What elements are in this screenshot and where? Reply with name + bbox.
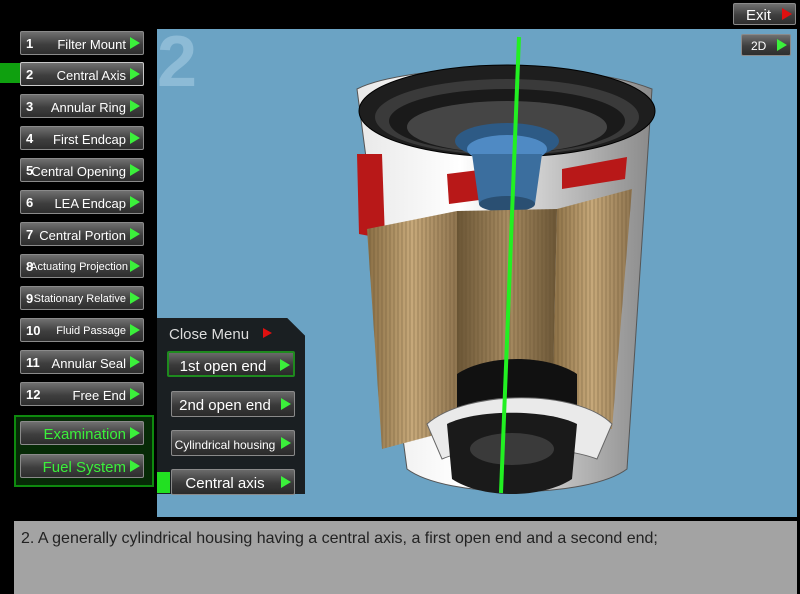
play-right-icon (130, 100, 140, 112)
item-number: 12 (26, 387, 41, 402)
description-text: 2. A generally cylindrical housing havin… (21, 530, 658, 547)
sidebar-item-filter-mount[interactable]: 1 Filter Mount (20, 31, 144, 55)
close-menu-label: Close Menu (169, 326, 250, 343)
submenu-item-label: 2nd open end (179, 397, 271, 414)
sidebar-item-lea-endcap[interactable]: 6 LEA Endcap (20, 190, 144, 214)
play-right-icon (130, 196, 140, 208)
submenu-selected-indicator (157, 472, 170, 493)
sidebar-item-first-endcap[interactable]: 4 First Endcap (20, 126, 144, 150)
play-right-icon (130, 460, 140, 472)
sidebar-item-central-opening[interactable]: 5 Central Opening (20, 158, 144, 182)
sidebar-item-annular-ring[interactable]: 3 Annular Ring (20, 94, 144, 118)
sidebar-item-free-end[interactable]: 12 Free End (20, 382, 144, 406)
exit-button[interactable]: Exit (733, 3, 796, 25)
play-right-icon (130, 37, 140, 49)
fuel-system-label: Fuel System (42, 459, 126, 476)
examination-label: Examination (43, 426, 126, 443)
exit-label: Exit (746, 7, 772, 24)
item-number: 11 (26, 355, 40, 370)
item-number: 3 (26, 99, 34, 114)
2d-toggle-button[interactable]: 2D (741, 34, 791, 56)
play-right-icon (130, 132, 140, 144)
play-right-icon (130, 164, 140, 176)
item-number: 6 (26, 195, 34, 210)
play-right-icon (281, 398, 291, 410)
item-number: 1 (26, 36, 34, 51)
submenu-item-1st-open-end[interactable]: 1st open end (167, 351, 295, 377)
item-label: Stationary Relative (33, 293, 126, 305)
play-right-icon (130, 292, 140, 304)
play-right-icon (777, 39, 787, 51)
submenu-item-central-axis[interactable]: Central axis (171, 469, 295, 495)
submenu-item-cylindrical-housing[interactable]: Cylindrical housing (171, 430, 295, 456)
play-right-icon (280, 359, 290, 371)
item-label: LEA Endcap (54, 196, 126, 211)
fuel-system-button[interactable]: Fuel System (20, 454, 144, 478)
play-right-icon (130, 324, 140, 336)
item-label: Free End (72, 388, 126, 403)
submenu-item-label: Cylindrical housing (174, 438, 276, 452)
item-label: Central Opening (31, 164, 126, 179)
item-label: Filter Mount (57, 37, 126, 52)
item-number: 4 (26, 131, 34, 146)
2d-toggle-label: 2D (751, 39, 767, 53)
play-right-icon (130, 356, 140, 368)
submenu-item-label: Central axis (185, 475, 265, 492)
sidebar-item-annular-seal[interactable]: 11 Annular Seal (20, 350, 144, 374)
item-label: Annular Ring (50, 100, 126, 115)
play-right-icon (130, 388, 140, 400)
play-right-icon (130, 68, 140, 80)
submenu-item-2nd-open-end[interactable]: 2nd open end (171, 391, 295, 417)
item-number: 7 (26, 227, 34, 242)
play-right-icon (782, 8, 792, 20)
examination-button[interactable]: Examination (20, 421, 144, 445)
sidebar-item-central-portion[interactable]: 7 Central Portion (20, 222, 144, 246)
item-label: Annular Seal (51, 356, 126, 371)
play-right-icon (281, 437, 291, 449)
play-right-icon (263, 328, 272, 338)
submenu-item-label: 1st open end (179, 358, 267, 375)
selected-indicator (0, 63, 20, 83)
description-panel: 2. A generally cylindrical housing havin… (14, 521, 797, 594)
sidebar-item-central-axis[interactable]: 2 Central Axis (20, 62, 144, 86)
sidebar-item-stationary-relative[interactable]: 9 Stationary Relative (20, 286, 144, 310)
item-number: 2 (26, 67, 34, 82)
item-label: Central Axis (56, 68, 126, 83)
item-number: 10 (26, 323, 41, 338)
play-right-icon (130, 260, 140, 272)
item-label: First Endcap (53, 132, 126, 147)
item-label: Actuating Projection (30, 261, 128, 273)
play-right-icon (130, 228, 140, 240)
sidebar-item-fluid-passage[interactable]: 10 Fluid Passage (20, 318, 144, 342)
item-label: Fluid Passage (56, 325, 126, 337)
item-number: 9 (26, 291, 34, 306)
sidebar-item-actuating-projection[interactable]: 8 Actuating Projection (20, 254, 144, 278)
close-menu-button[interactable]: Close Menu (169, 326, 274, 346)
item-label: Central Portion (39, 228, 126, 243)
play-right-icon (130, 427, 140, 439)
play-right-icon (281, 476, 291, 488)
